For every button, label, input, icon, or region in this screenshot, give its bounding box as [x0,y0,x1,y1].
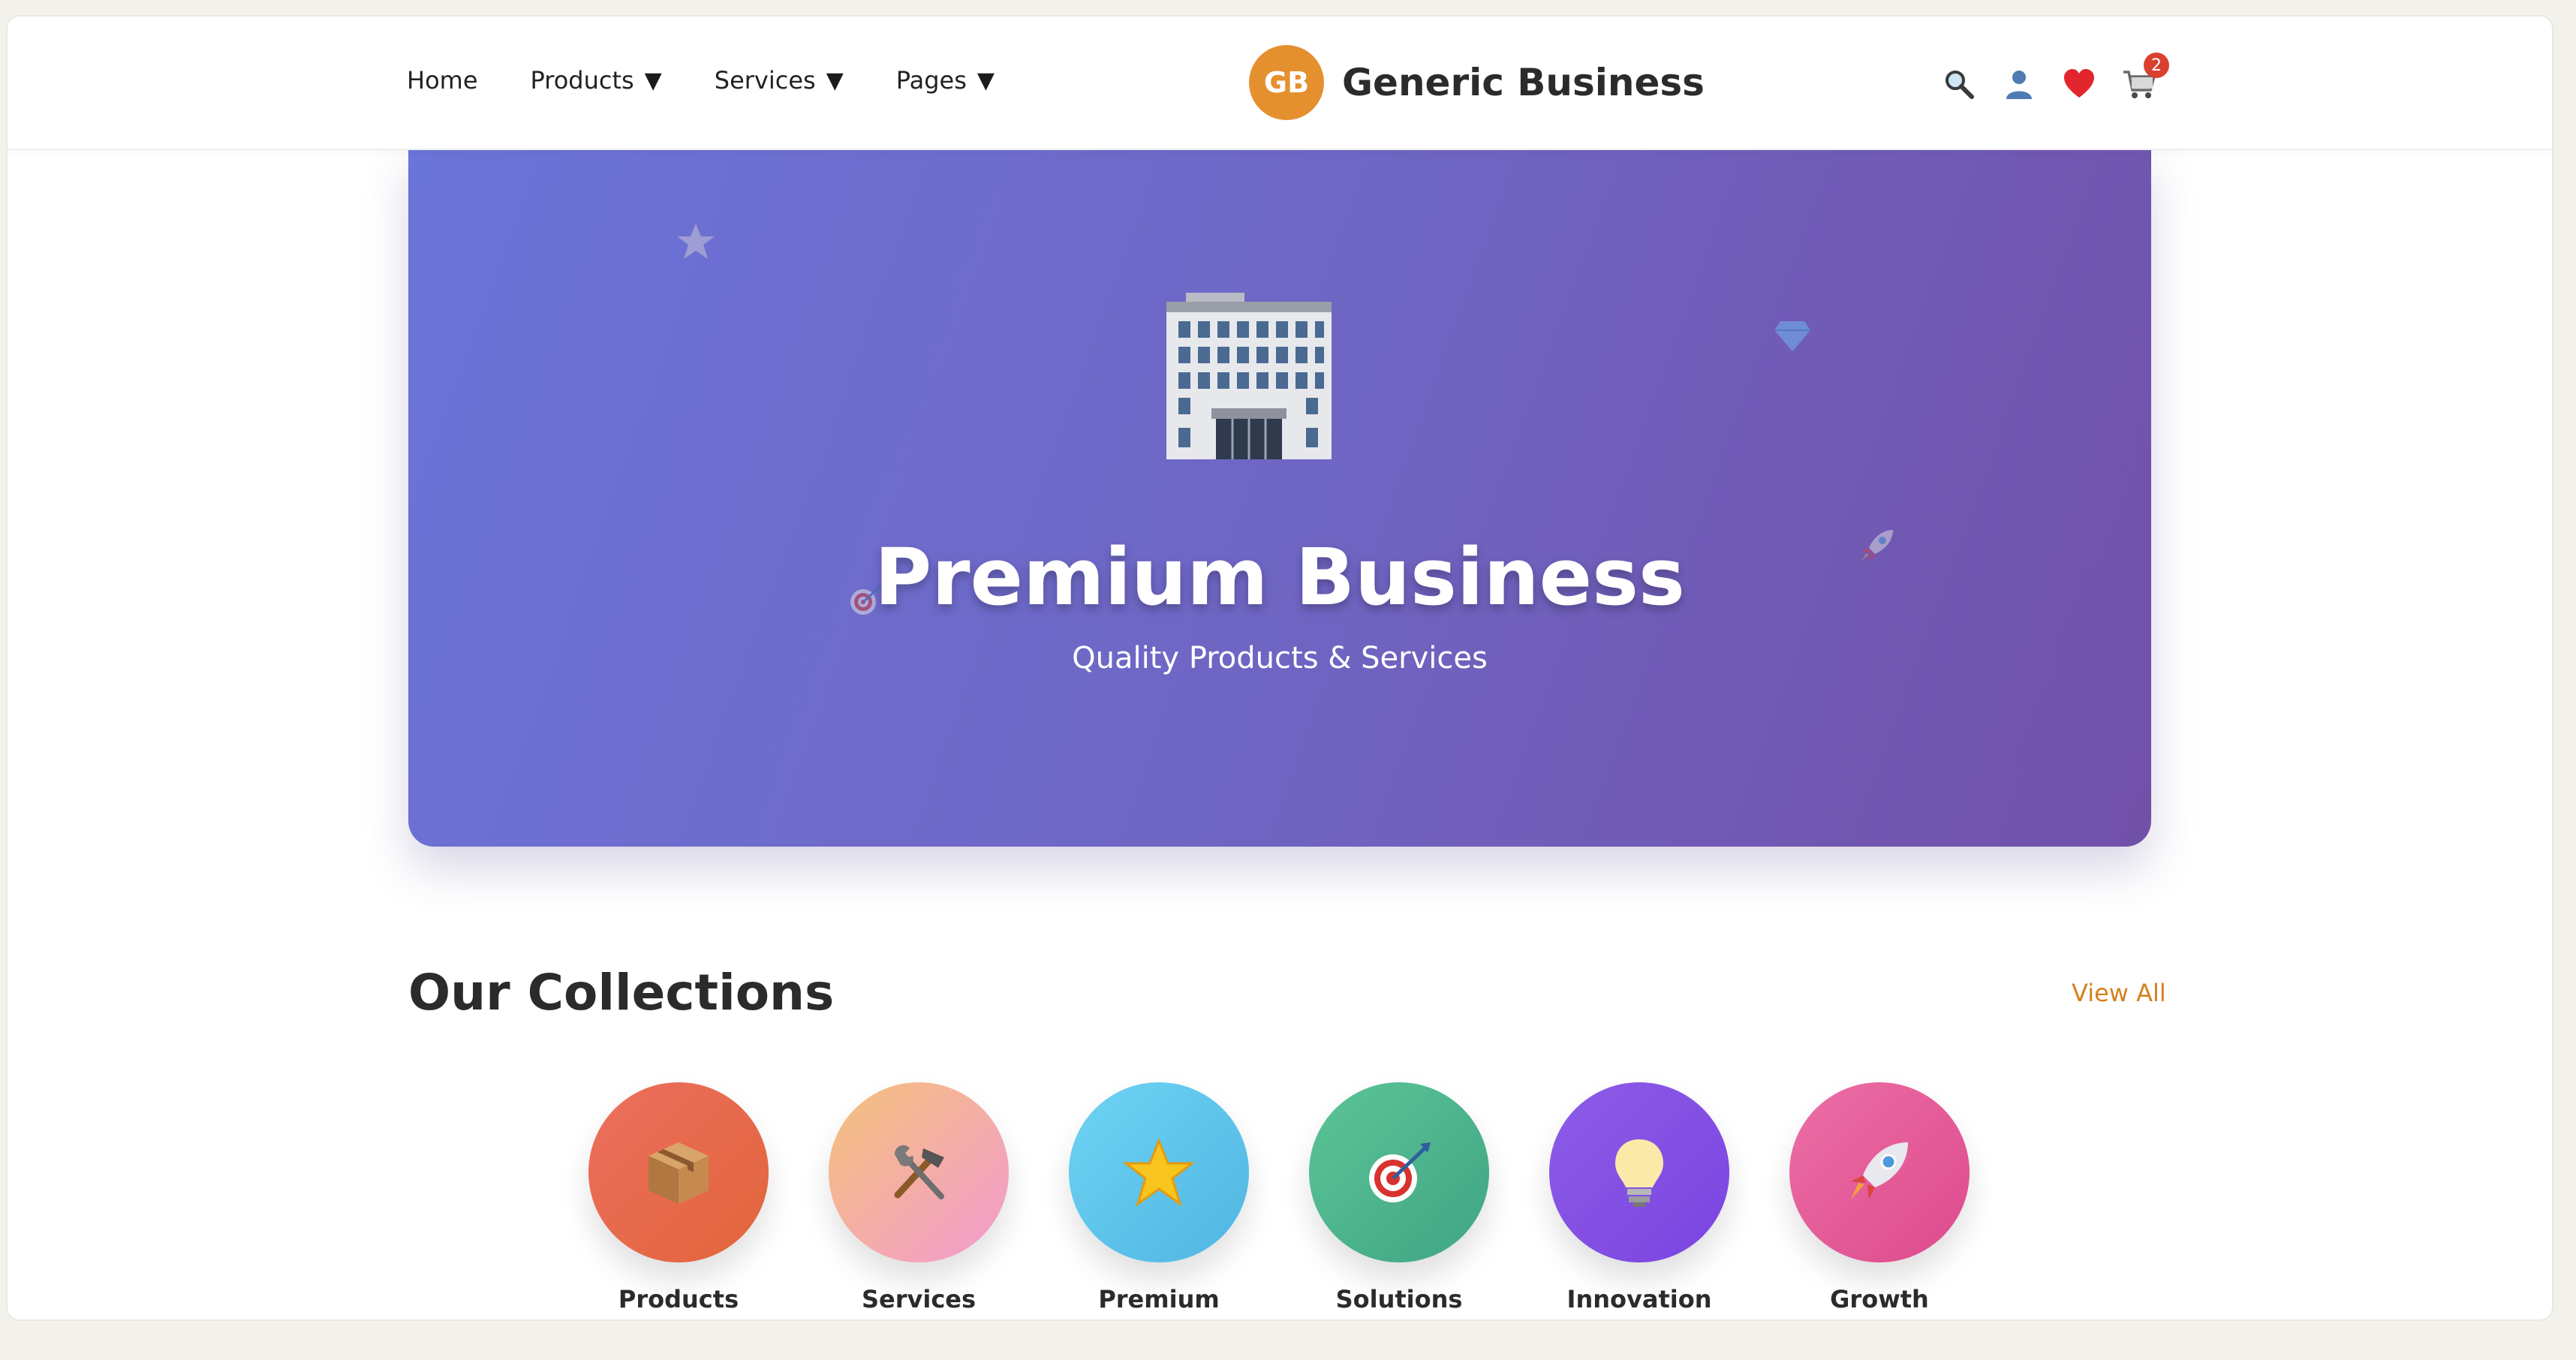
hero-title: Premium Business [874,531,1685,623]
cart-count-badge: 2 [2144,53,2169,78]
collection-premium[interactable]: Premium [1069,1082,1249,1313]
nav-home[interactable]: Home [407,66,478,95]
collection-solutions[interactable]: Solutions [1309,1082,1489,1313]
nav-pages-label: Pages [895,66,967,95]
user-icon[interactable] [1997,62,2042,107]
gem-icon [1773,320,1812,356]
tools-icon [829,1082,1009,1262]
nav-services[interactable]: Services ▼ [715,66,844,95]
collections-list: Products Services Premium Solutions Inno… [588,1082,2030,1313]
chevron-down-icon: ▼ [977,67,995,94]
star-icon [676,222,716,264]
search-icon[interactable] [1937,62,1982,107]
header-actions: 2 [1937,53,2177,107]
star-icon [1069,1082,1249,1262]
cart-icon[interactable]: 2 [2117,53,2169,107]
rocket-icon [1789,1082,1970,1262]
collection-label: Solutions [1335,1285,1463,1313]
collection-innovation[interactable]: Innovation [1549,1082,1729,1313]
package-icon [588,1082,769,1262]
collection-label: Premium [1098,1285,1220,1313]
chevron-down-icon: ▼ [826,67,844,94]
main-nav: Home Products ▼ Services ▼ Pages ▼ [407,66,1047,95]
collection-services[interactable]: Services [829,1082,1009,1313]
logo-badge: GB [1249,45,1324,120]
chevron-down-icon: ▼ [644,67,662,94]
lightbulb-icon [1549,1082,1729,1262]
collection-label: Products [618,1285,739,1313]
building-icon [1159,284,1339,464]
collections-heading: Our Collections [408,964,835,1022]
brand-name: Generic Business [1342,61,1705,104]
collection-growth[interactable]: Growth [1789,1082,1970,1313]
target-icon [1309,1082,1489,1262]
heart-icon[interactable] [2057,62,2102,107]
brand-logo-link[interactable]: GB Generic Business [1249,45,1705,120]
site-header: Home Products ▼ Services ▼ Pages ▼ GB Ge… [8,17,2552,150]
collection-label: Services [861,1285,977,1313]
browser-window: Home Products ▼ Services ▼ Pages ▼ GB Ge… [8,17,2552,1319]
collection-label: Growth [1830,1285,1929,1313]
view-all-link[interactable]: View All [2072,979,2166,1007]
hero-banner: Premium Business Quality Products & Serv… [408,149,2151,847]
nav-products[interactable]: Products ▼ [531,66,662,95]
nav-services-label: Services [714,66,816,95]
collection-products[interactable]: Products [588,1082,769,1313]
nav-products-label: Products [530,66,634,95]
collection-label: Innovation [1566,1285,1712,1313]
nav-pages[interactable]: Pages ▼ [896,66,995,95]
nav-home-label: Home [407,66,478,95]
hero-subtitle: Quality Products & Services [1072,641,1488,675]
